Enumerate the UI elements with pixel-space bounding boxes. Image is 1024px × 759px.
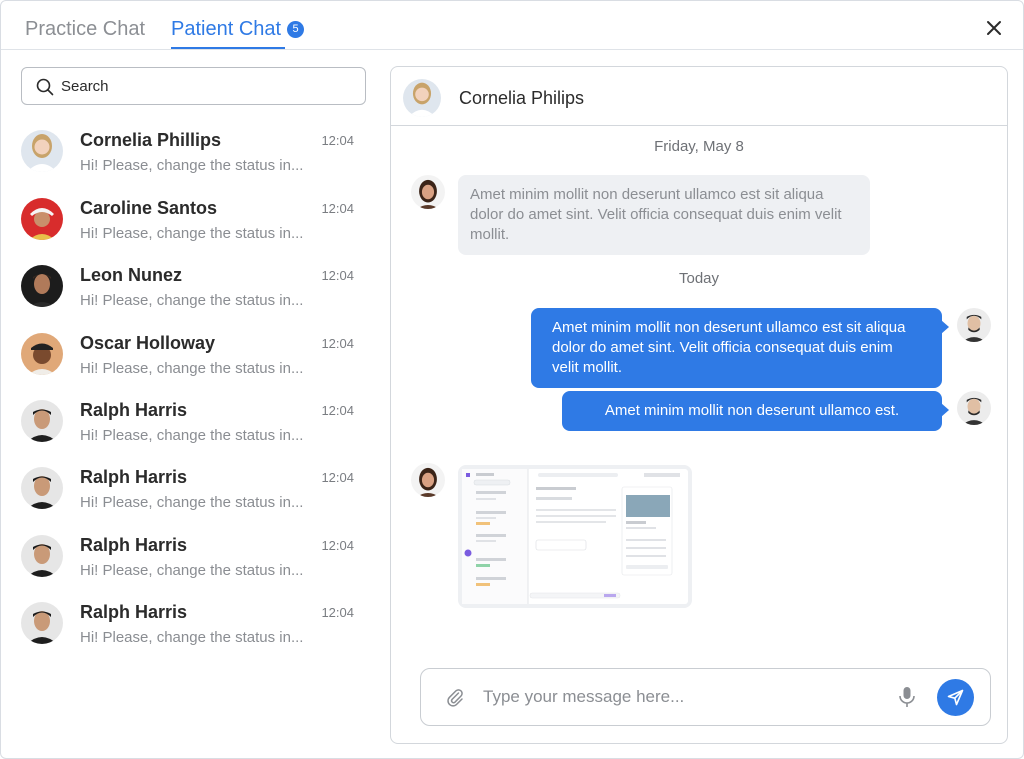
tab-practice-chat[interactable]: Practice Chat — [25, 17, 145, 41]
conversation-header: Cornelia Philips — [391, 67, 1007, 126]
contact-time: 12:04 — [321, 403, 354, 418]
avatar — [21, 400, 63, 442]
send-icon — [947, 689, 964, 706]
avatar — [21, 333, 63, 375]
contact-name: Ralph Harris — [80, 400, 188, 420]
contact-item[interactable]: Cornelia Phillips 12:04 Hi! Please, chan… — [21, 129, 366, 189]
message-input[interactable] — [483, 686, 883, 708]
conversation-panel: Cornelia Philips Friday, May 8 Amet mini… — [390, 66, 1008, 744]
active-tab-indicator — [171, 47, 285, 49]
contact-item[interactable]: Oscar Holloway 12:04 Hi! Please, change … — [21, 332, 366, 392]
search-icon — [36, 78, 54, 96]
search-box — [21, 67, 366, 105]
contact-time: 12:04 — [321, 336, 354, 351]
avatar — [411, 463, 445, 497]
date-separator: Today — [678, 270, 720, 287]
message-bubble-outgoing: Amet minim mollit non deserunt ullamco e… — [562, 391, 949, 431]
contact-item[interactable]: Caroline Santos 12:04 Hi! Please, change… — [21, 197, 366, 257]
message-composer — [420, 668, 991, 726]
contact-preview: Hi! Please, change the status in... — [80, 360, 304, 377]
contact-name: Leon Nunez — [80, 265, 182, 285]
date-separator: Friday, May 8 — [654, 138, 744, 155]
contact-preview: Hi! Please, change the status in... — [80, 225, 304, 242]
image-attachment[interactable] — [458, 465, 692, 608]
bubble-tail — [941, 403, 949, 417]
avatar — [21, 265, 63, 307]
search-input[interactable] — [61, 76, 351, 96]
contact-name: Caroline Santos — [80, 198, 218, 218]
contact-item[interactable]: Leon Nunez 12:04 Hi! Please, change the … — [21, 264, 366, 324]
bubble-tail — [941, 320, 949, 334]
contact-time: 12:04 — [321, 133, 354, 148]
avatar — [21, 602, 63, 644]
contact-item[interactable]: Ralph Harris 12:04 Hi! Please, change th… — [21, 601, 366, 661]
message-bubble-outgoing: Amet minim mollit non deserunt ullamco e… — [531, 308, 949, 388]
close-icon[interactable] — [983, 17, 1005, 39]
contact-preview: Hi! Please, change the status in... — [80, 629, 304, 646]
contact-name: Oscar Holloway — [80, 333, 216, 353]
contact-preview: Hi! Please, change the status in... — [80, 157, 304, 174]
screenshot-thumbnail-icon — [462, 469, 688, 604]
contact-time: 12:04 — [321, 470, 354, 485]
message-text: Amet minim mollit non deserunt ullamco e… — [552, 319, 906, 376]
avatar — [21, 467, 63, 509]
contact-item[interactable]: Ralph Harris 12:04 Hi! Please, change th… — [21, 534, 366, 594]
send-button[interactable] — [937, 679, 974, 716]
contact-time: 12:04 — [321, 201, 354, 216]
microphone-icon[interactable] — [897, 686, 917, 708]
conversation-title: Cornelia Philips — [459, 88, 585, 108]
contact-preview: Hi! Please, change the status in... — [80, 494, 304, 511]
tab-bar: Practice Chat Patient Chat 5 — [1, 1, 1023, 50]
contact-name: Ralph Harris — [80, 535, 188, 555]
contact-name: Cornelia Phillips — [80, 130, 222, 150]
message-bubble-incoming: Amet minim mollit non deserunt ullamco e… — [458, 175, 870, 255]
contact-item[interactable]: Ralph Harris 12:04 Hi! Please, change th… — [21, 466, 366, 526]
contact-time: 12:04 — [321, 605, 354, 620]
avatar — [403, 79, 441, 117]
contact-time: 12:04 — [321, 538, 354, 553]
avatar — [411, 175, 445, 209]
contact-name: Ralph Harris — [80, 602, 188, 622]
avatar — [21, 130, 63, 172]
avatar — [957, 308, 991, 342]
avatar — [957, 391, 991, 425]
contact-preview: Hi! Please, change the status in... — [80, 427, 304, 444]
contact-item[interactable]: Ralph Harris 12:04 Hi! Please, change th… — [21, 399, 366, 459]
avatar — [21, 535, 63, 577]
message-text: Amet minim mollit non deserunt ullamco e… — [604, 402, 900, 419]
contact-preview: Hi! Please, change the status in... — [80, 562, 304, 579]
unread-badge: 5 — [287, 21, 304, 38]
avatar — [21, 198, 63, 240]
chat-window: Practice Chat Patient Chat 5 Cornelia Ph… — [0, 0, 1024, 759]
contact-time: 12:04 — [321, 268, 354, 283]
paperclip-icon[interactable] — [445, 687, 465, 707]
contact-name: Ralph Harris — [80, 467, 188, 487]
tab-patient-chat[interactable]: Patient Chat — [171, 17, 281, 41]
contact-preview: Hi! Please, change the status in... — [80, 292, 304, 309]
